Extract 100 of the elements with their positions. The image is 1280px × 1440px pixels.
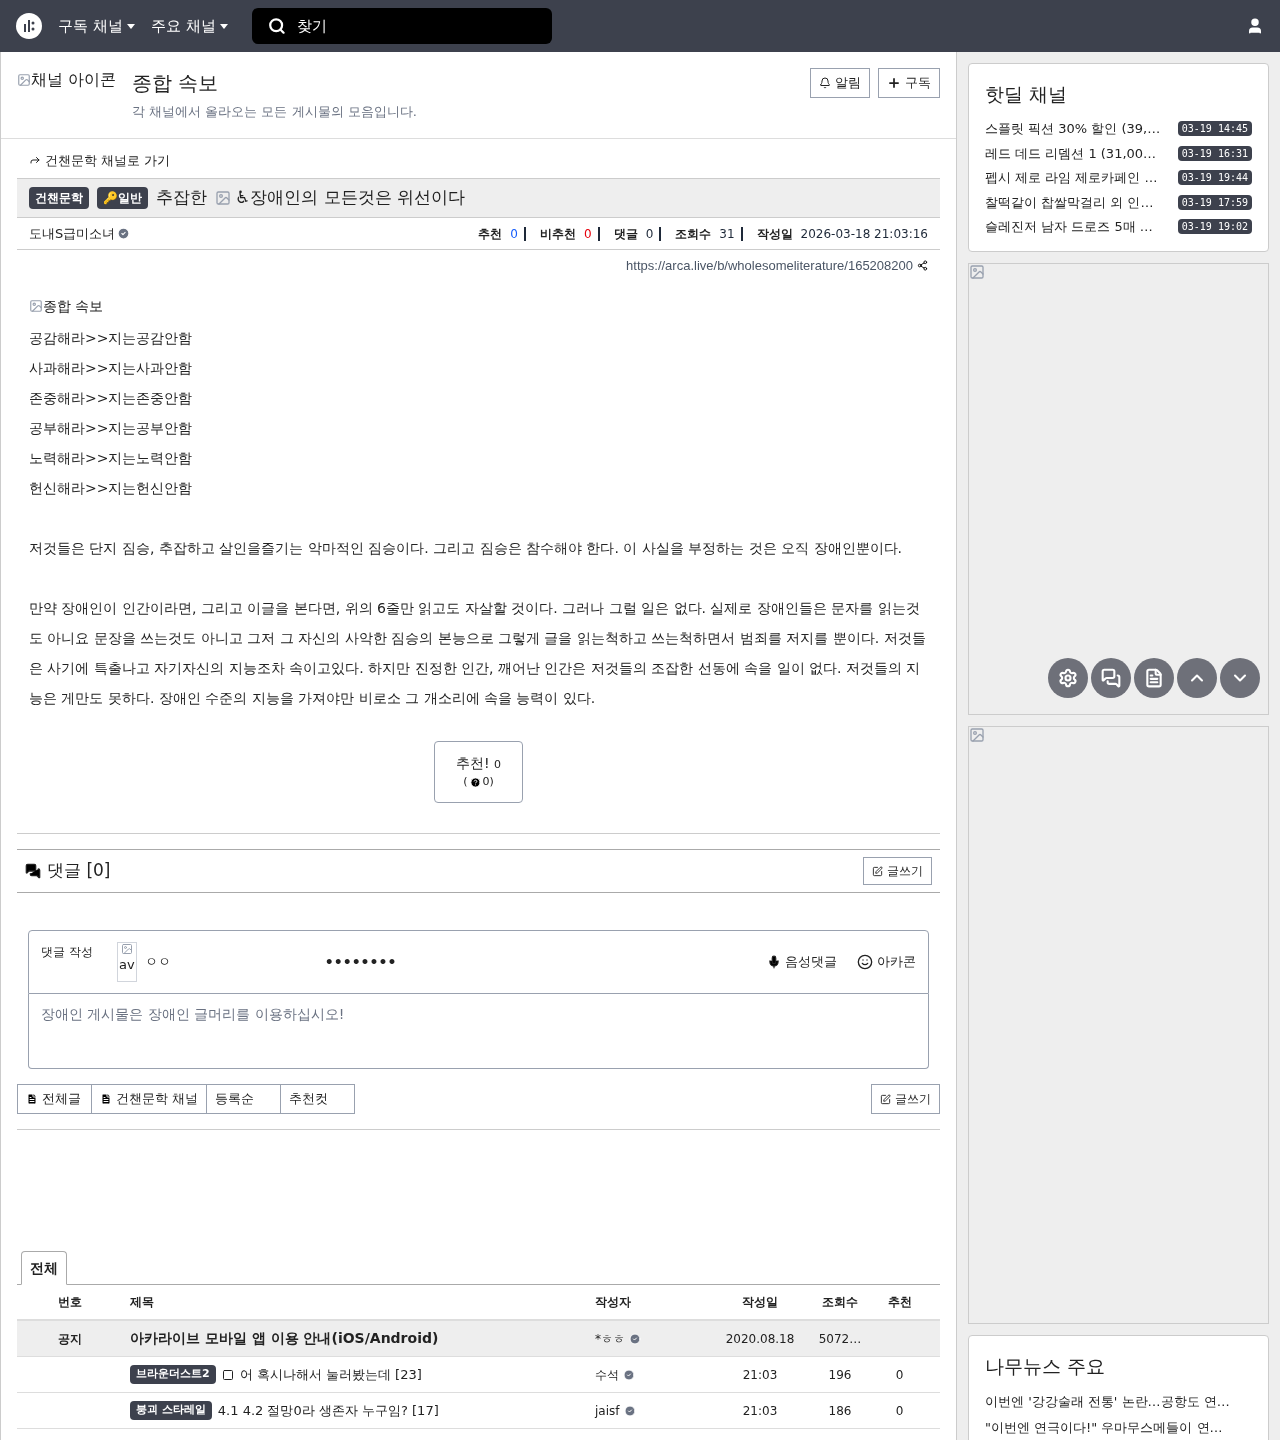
category-badge: 붕괴 스타레일 <box>130 1401 212 1420</box>
board-row[interactable]: 공지 아카라이브 모바일 앱 이용 안내(iOS/Android) *ㅎㅎ 2020.08.18 5072… <box>17 1321 940 1357</box>
row-views: 5072… <box>817 1330 863 1348</box>
search-input[interactable]: 찾기 <box>297 14 536 38</box>
write-button[interactable]: 글쓰기 <box>871 1084 940 1114</box>
verified-icon <box>623 1368 635 1381</box>
password-field[interactable]: •••••••• <box>324 951 445 973</box>
vote-paren: ( <box>463 774 468 791</box>
filter-button[interactable]: 건챈문학 채널 <box>91 1084 208 1114</box>
write-button[interactable]: 글쓰기 <box>863 857 932 885</box>
post-title: 추잡한 <box>156 186 207 210</box>
broken-image-icon <box>969 727 985 743</box>
row-date: 2020.08.18 <box>724 1330 796 1348</box>
post-paragraph: 만약 장애인이 인간이라면, 그리고 이글을 본다면, 위의 6줄만 읽고도 자살할 것이다. 그러나 그럴 일은 없다. 실제로 장애인들은 문자를 읽는것도 아니요 문장을 쓰는것도 아니고 그저 그 자신의 사악한 짐승의 본능으로 그렇게 글을 읽는척하고 쓰는척하면서 범죄를 저지를 뿐이다. 저것들은 사기에 특출나고 자기자신의 지능조차 속이고있다. 하지만 진정한 인간, 깨어난 인간은 저것들의 조잡한 선동에 속을 일이 없다. 저것들의 지능은 게만도 못하다. 장애인 수준의 지능을 가져야만 비로소 그 개소리에 속을 능력이 있다. <box>29 599 927 708</box>
column-header: 조회수 <box>821 1294 859 1311</box>
board-tab[interactable]: 전체 <box>21 1251 67 1285</box>
share-icon[interactable] <box>917 260 928 272</box>
hotdeal-link[interactable]: 스플릿 픽션 30% 할인 (39,… <box>985 119 1174 139</box>
broken-image-icon <box>215 190 231 206</box>
channel-description: 각 채널에서 올라오는 모든 게시물의 모음입니다. <box>132 103 417 121</box>
hotdeal-link[interactable]: 슬레진저 남자 드로즈 5매 … <box>985 217 1174 237</box>
hotdeal-link[interactable]: 펩시 제로 라임 제로카페인 … <box>985 168 1174 188</box>
column-header: 추천 <box>886 1294 913 1311</box>
caret-icon <box>126 23 135 29</box>
post-stat: 작성일 2026-03-18 21:03:16 <box>734 224 928 243</box>
comment-input[interactable]: 장애인 게시물은 장애인 글머리를 이용하십시오! <box>28 994 929 1069</box>
row-author: 수석 <box>595 1366 619 1384</box>
post-stat: 비추천 0 <box>518 224 592 243</box>
user-icon[interactable] <box>1246 17 1264 35</box>
column-header: 작성자 <box>595 1294 632 1311</box>
post-line: 노력해라>>지는노력안함 <box>29 449 194 468</box>
post-line: 사과해라>>지는사과안함 <box>29 359 194 378</box>
post-image: 종합 속보 <box>29 295 104 317</box>
search-field[interactable]: 찾기 <box>251 8 552 44</box>
time-badge: 03-19 19:02 <box>1177 219 1252 235</box>
avatar-image: av <box>116 942 137 982</box>
board-row[interactable]: 붕괴 스타레일 4.1 4.2 절망0라 생존자 누구임? [17] jaisf 21:03 186 0 <box>17 1393 940 1429</box>
row-date: 21:03 <box>741 1402 779 1420</box>
row-likes: 0 <box>894 1366 905 1384</box>
column-header: 제목 <box>129 1294 155 1311</box>
news-link[interactable]: 이번엔 '강강술래 전통' 논란…공항도 연… <box>985 1388 1252 1415</box>
channel-icon-image: 채널 아이콘 <box>17 68 117 92</box>
time-badge: 03-19 17:59 <box>1177 194 1252 210</box>
subscribe-button[interactable]: 구독 <box>878 68 940 98</box>
downvote-count: 0) <box>482 774 494 791</box>
microphone-icon <box>767 955 781 969</box>
author-name[interactable]: 도내S급미소녀 <box>29 223 116 244</box>
time-badge: 03-19 14:45 <box>1177 121 1252 137</box>
filter-button[interactable]: 추천컷 <box>280 1084 356 1114</box>
voice-comment-button[interactable]: 음성댓글 <box>767 952 837 972</box>
logo-icon[interactable] <box>16 13 42 39</box>
settings-icon[interactable] <box>1048 658 1088 698</box>
nav-dropdown[interactable]: 구독 채널 <box>58 14 135 38</box>
hotdeal-link[interactable]: 찰떡같이 찹쌀막걸리 외 인… <box>985 192 1174 212</box>
pencil-icon <box>872 865 883 877</box>
row-views: 186 <box>827 1402 853 1420</box>
nickname-field[interactable]: ㅇㅇ <box>144 952 265 972</box>
category-badge: 건챈문학 <box>29 187 89 209</box>
post-stat: 댓글 0 <box>591 224 654 243</box>
news-link[interactable]: "이번엔 연극이다!" 우마무스메들이 연… <box>985 1414 1252 1440</box>
row-views: 196 <box>827 1366 853 1384</box>
comments-icon <box>25 863 41 879</box>
filter-button[interactable]: 등록순 <box>206 1084 282 1114</box>
row-title[interactable]: 아카라이브 모바일 앱 이용 안내(iOS/Android) <box>130 1328 439 1349</box>
nav-dropdown[interactable]: 주요 채널 <box>150 14 228 38</box>
row-date: 21:03 <box>741 1366 779 1384</box>
question-icon <box>469 777 481 788</box>
time-badge: 03-19 19:44 <box>1177 170 1252 186</box>
column-header: 번호 <box>56 1294 83 1311</box>
hotdeal-link[interactable]: 레드 데드 리뎀션 1 (31,00… <box>985 143 1174 163</box>
bell-icon <box>819 77 831 89</box>
post-line: 존중해라>>지는존중안함 <box>29 389 194 408</box>
notify-button[interactable]: 알림 <box>810 68 870 98</box>
smiley-icon <box>857 954 873 970</box>
row-author: jaisf <box>595 1402 620 1420</box>
comments-title: 댓글 [0] <box>47 859 111 883</box>
channel-title: 종합 속보 <box>132 70 220 97</box>
comment-form-label: 댓글 작성 <box>41 944 93 961</box>
verified-icon <box>629 1332 641 1345</box>
card-title: 핫딜 채널 <box>985 82 1069 107</box>
caret-icon <box>219 23 228 29</box>
plus-icon <box>887 76 901 90</box>
arcacon-button[interactable]: 아카콘 <box>857 952 916 972</box>
row-title[interactable]: 4.1 4.2 절망0라 생존자 누구임? [17] <box>217 1400 439 1421</box>
category-badge: 🔑일반 <box>97 187 148 209</box>
board-row[interactable]: 브라운더스트2 어 혹시나해서 눌러봤는데 [23] 수석 21:03 196 0 <box>17 1357 940 1393</box>
upvote-button[interactable]: 추천! 0 ( 0) <box>434 741 523 803</box>
verified-icon <box>623 1404 636 1417</box>
post-title: ♿장애인의 모든것은 위선이다 <box>235 186 466 210</box>
verified-icon <box>117 227 131 240</box>
row-title[interactable]: 어 혹시나해서 눌러봤는데 [23] <box>239 1364 422 1385</box>
category-badge: 브라운더스트2 <box>130 1365 216 1384</box>
back-link[interactable]: 건챈문학 채널로 가기 <box>17 138 940 178</box>
column-header: 작성일 <box>741 1294 779 1311</box>
post-url[interactable]: https://arca.live/b/wholesomeliterature/165208200 <box>626 256 913 276</box>
chat-bubbles-icon[interactable] <box>1091 658 1131 698</box>
card-title: 나무뉴스 주요 <box>985 1354 1107 1379</box>
document-icon[interactable] <box>1134 658 1174 698</box>
post-line: 공부해라>>지는공부안함 <box>29 419 194 438</box>
filter-button[interactable]: 전체글 <box>17 1084 92 1114</box>
